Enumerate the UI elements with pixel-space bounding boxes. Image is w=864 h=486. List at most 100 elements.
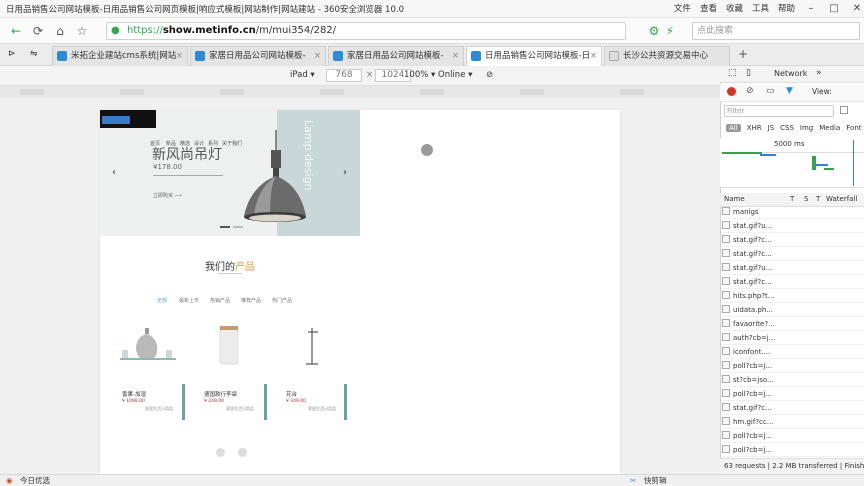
product-accent-bar — [344, 384, 347, 420]
shield-icon[interactable]: ⚙ — [646, 23, 662, 39]
category-tab-recommend[interactable]: 推荐产品 — [241, 297, 261, 304]
record-icon[interactable] — [727, 87, 736, 96]
lightning-icon[interactable]: ⚡ — [662, 23, 678, 39]
devtools-tab-network[interactable]: Network — [774, 69, 807, 78]
bag-product-image — [219, 326, 239, 365]
pendant-lamp-image — [244, 130, 306, 222]
filter-icon[interactable]: ▼ — [786, 86, 793, 96]
pagination-dot[interactable] — [216, 448, 225, 457]
filter-input[interactable]: Filter — [724, 105, 834, 117]
camera-icon[interactable]: ▭ — [766, 86, 775, 96]
request-row[interactable]: manigs — [722, 205, 864, 219]
today-picks-link[interactable]: 今日优选 — [20, 475, 50, 486]
type-media[interactable]: Media — [819, 124, 840, 132]
menu-view[interactable]: 查看 — [700, 2, 717, 16]
request-row[interactable]: hits.php?t... — [722, 289, 864, 303]
request-row[interactable]: stat.gif?u... — [722, 261, 864, 275]
url-input[interactable]: ● https://show.metinfo.cn/m/mui354/282/ — [106, 22, 626, 40]
request-row[interactable]: poll?cb=j... — [722, 443, 864, 457]
menu-help[interactable]: 帮助 — [778, 2, 795, 16]
category-tab-all[interactable]: 全部 — [157, 297, 167, 304]
request-row[interactable]: iconfont.... — [722, 345, 864, 359]
device-mode-icon[interactable]: ▯ — [746, 68, 751, 78]
category-tab-popular[interactable]: 热门产品 — [272, 297, 292, 304]
menu-tools[interactable]: 工具 — [752, 2, 769, 16]
search-input[interactable]: 点此搜索 — [692, 22, 860, 40]
hide-data-urls-checkbox[interactable] — [840, 106, 848, 114]
tab-bar: ⊳ ⇋ 米拓企业建站cms系统|网站 × 家居日用品公司网站模板- × 家居日用品公… — [0, 44, 864, 67]
request-row[interactable]: poll?cb=j... — [722, 359, 864, 373]
close-tab-icon[interactable]: × — [452, 47, 459, 65]
type-all[interactable]: All — [726, 124, 741, 132]
banner-dot-active[interactable] — [220, 226, 230, 228]
tab-4[interactable]: 长沙公共资源交易中心 — [604, 46, 730, 66]
menu-favorites[interactable]: 收藏 — [726, 2, 743, 16]
banner-next-arrow-icon[interactable]: › — [343, 167, 347, 178]
top-blue-button[interactable] — [102, 116, 130, 124]
type-img[interactable]: Img — [800, 124, 813, 132]
col-time[interactable]: T — [816, 195, 820, 203]
quick-clip-link[interactable]: 快剪辑 — [644, 475, 667, 486]
product-name[interactable]: 花台 — [286, 390, 297, 398]
overview-bar — [816, 164, 828, 166]
zoom-select[interactable]: 100% ▾ — [404, 70, 435, 80]
banner-buy-link[interactable]: 立即购买 ⟶ — [153, 192, 182, 199]
request-name: hm.gif?cc... — [733, 418, 774, 426]
new-tab-icon[interactable]: + — [738, 47, 748, 61]
category-tab-hot[interactable]: 热销产品 — [210, 297, 230, 304]
tab-history-icon[interactable]: ⇋ — [30, 49, 38, 59]
device-select[interactable]: iPad ▾ — [290, 70, 315, 80]
back-arrow-icon[interactable]: ← — [8, 23, 24, 39]
close-window-icon[interactable]: ✕ — [850, 2, 864, 16]
request-name: stat.gif?u... — [733, 264, 773, 272]
humidifier-product-image — [120, 328, 176, 360]
banner-nav-item[interactable]: 关于我们 — [222, 140, 242, 147]
tab-1[interactable]: 家居日用品公司网站模板- × — [190, 46, 326, 66]
menu-file[interactable]: 文件 — [674, 2, 691, 16]
type-xhr[interactable]: XHR — [747, 124, 762, 132]
more-tabs-icon[interactable]: » — [816, 68, 822, 78]
pagination-dot[interactable] — [238, 448, 247, 457]
inspect-icon[interactable]: ⬚ — [728, 68, 737, 78]
type-font[interactable]: Font — [846, 124, 861, 132]
overview-bar — [812, 156, 816, 170]
col-size[interactable]: S — [804, 195, 808, 203]
product-name[interactable]: 香薰-加湿 — [122, 390, 146, 398]
type-css[interactable]: CSS — [780, 124, 794, 132]
home-icon[interactable]: ⌂ — [52, 23, 68, 39]
request-row[interactable]: st?cb=jso... — [722, 373, 864, 387]
banner-prev-arrow-icon[interactable]: ‹ — [112, 167, 116, 178]
width-input[interactable]: 768 — [326, 69, 362, 82]
network-select[interactable]: Online ▾ — [438, 70, 472, 80]
request-row[interactable]: stat.gif?c... — [722, 233, 864, 247]
product-name[interactable]: 德国款行李袋 — [204, 390, 237, 398]
col-name[interactable]: Name — [724, 195, 745, 203]
col-waterfall[interactable]: Waterfall — [826, 195, 857, 203]
request-row[interactable]: auth?cb=j... — [722, 331, 864, 345]
star-icon[interactable]: ☆ — [74, 23, 90, 39]
category-tab-new[interactable]: 最新上市 — [179, 297, 199, 304]
tab-0[interactable]: 米拓企业建站cms系统|网站 × — [52, 46, 188, 66]
request-row[interactable]: poll?cb=j... — [722, 387, 864, 401]
maximize-icon[interactable]: □ — [827, 2, 841, 16]
tab-2[interactable]: 家居日用品公司网站模板- × — [328, 46, 464, 66]
request-row[interactable]: poll?cb=j... — [722, 429, 864, 443]
tab-3-active[interactable]: 日用品销售公司网站模板-日 × — [466, 46, 602, 67]
close-tab-icon[interactable]: × — [176, 47, 183, 65]
minimize-icon[interactable]: – — [804, 2, 818, 16]
col-type[interactable]: T — [790, 195, 794, 203]
request-row[interactable]: stat.gif?c... — [722, 247, 864, 261]
request-row[interactable]: stat.gif?c... — [722, 401, 864, 415]
rotate-icon[interactable]: ⊘ — [486, 70, 493, 80]
clear-icon[interactable]: ⊘ — [746, 86, 754, 96]
refresh-icon[interactable]: ⟳ — [30, 23, 46, 39]
request-row[interactable]: stat.gif?c... — [722, 275, 864, 289]
close-tab-icon[interactable]: × — [590, 47, 597, 65]
request-row[interactable]: stat.gif?u... — [722, 219, 864, 233]
type-js[interactable]: JS — [768, 124, 775, 132]
sidebar-toggle-icon[interactable]: ⊳ — [8, 49, 16, 59]
request-row[interactable]: hm.gif?cc... — [722, 415, 864, 429]
request-row[interactable]: favaorite?... — [722, 317, 864, 331]
request-row[interactable]: uidata.ph... — [722, 303, 864, 317]
close-tab-icon[interactable]: × — [314, 47, 321, 65]
